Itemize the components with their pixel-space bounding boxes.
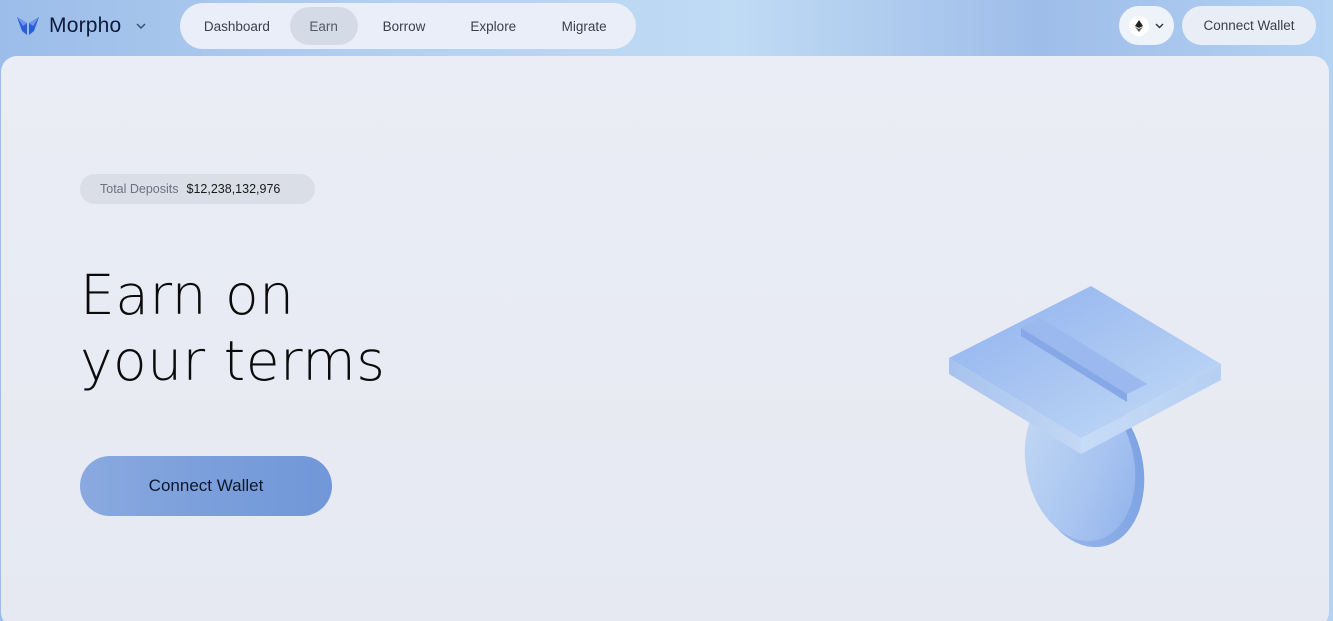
nav-item-dashboard[interactable]: Dashboard [184,7,290,45]
main-nav: Dashboard Earn Borrow Explore Migrate [180,3,636,49]
total-deposits-value: $12,238,132,976 [186,182,281,196]
main-panel: Total Deposits $12,238,132,976 Earn on y… [1,56,1329,621]
page-title: Earn on your terms [80,262,385,394]
headline-line-1: Earn on [80,263,295,327]
chevron-down-icon [1155,23,1164,29]
coin-slot-illustration [949,286,1221,548]
network-selector[interactable] [1119,6,1174,45]
ethereum-icon [1129,15,1149,36]
brand-logo[interactable]: Morpho [16,12,146,40]
total-deposits-label: Total Deposits [100,182,179,196]
brand-name: Morpho [49,14,122,37]
nav-item-earn[interactable]: Earn [289,7,358,45]
butterfly-icon [17,17,39,35]
total-deposits-badge: Total Deposits $12,238,132,976 [80,174,315,204]
nav-item-migrate[interactable]: Migrate [536,7,632,45]
chevron-down-icon [136,21,146,31]
header-connect-wallet-button[interactable]: Connect Wallet [1182,6,1316,45]
nav-item-borrow[interactable]: Borrow [358,7,451,45]
headline-line-2: your terms [80,329,386,393]
nav-item-explore[interactable]: Explore [450,7,536,45]
hero-connect-wallet-button[interactable]: Connect Wallet [80,456,332,516]
